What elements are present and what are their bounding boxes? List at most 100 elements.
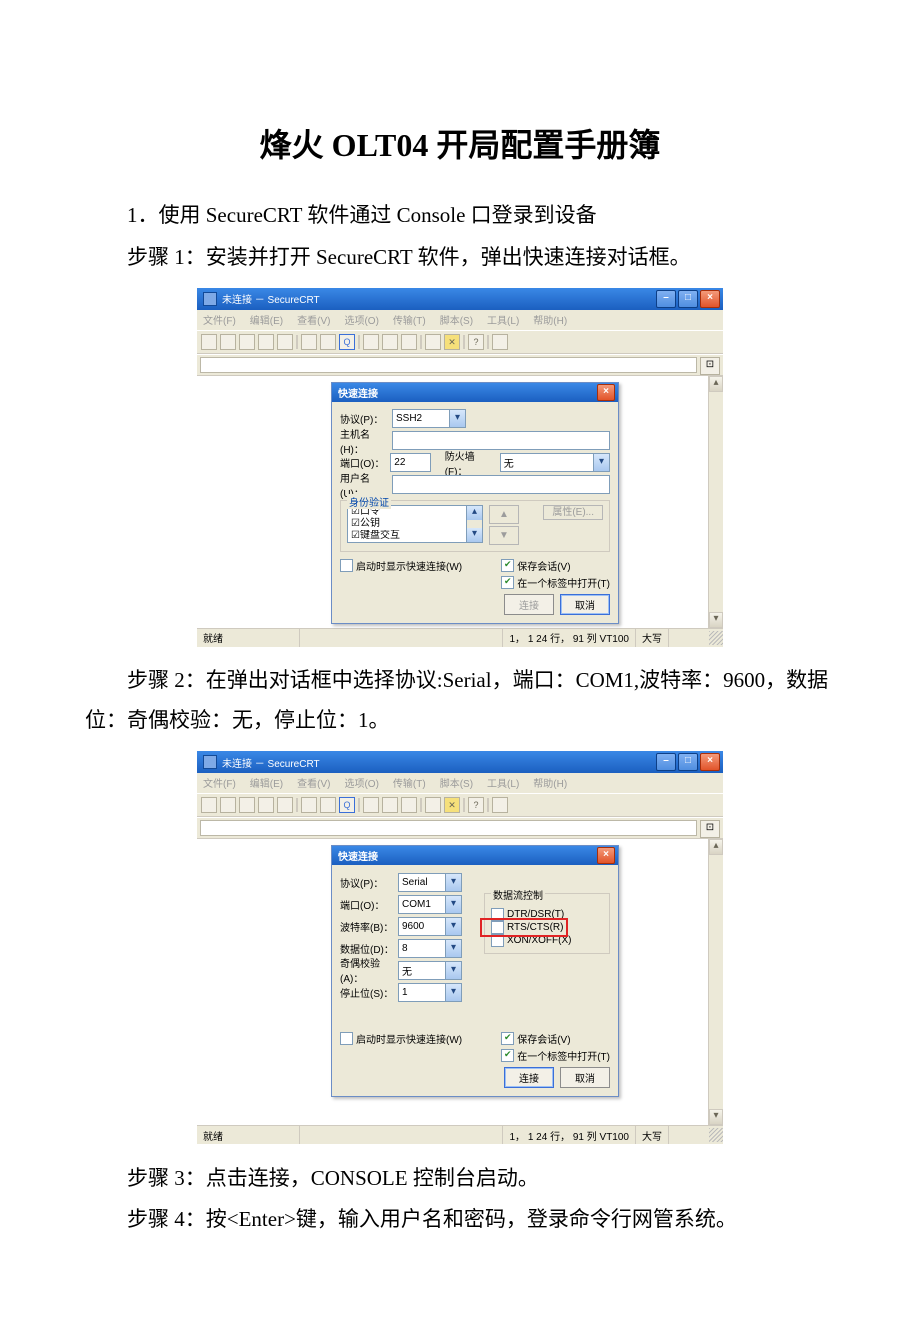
- scroll-up-icon[interactable]: ▴: [709, 376, 723, 392]
- tb-find-icon[interactable]: Q: [339, 334, 355, 350]
- stopbits-select[interactable]: 1▾: [398, 983, 462, 1002]
- firewall-select[interactable]: 无▾: [500, 453, 610, 472]
- minimize-button[interactable]: –: [656, 290, 676, 308]
- scroll-up-icon[interactable]: ▴: [709, 839, 723, 855]
- tb-icon[interactable]: [239, 797, 255, 813]
- dialog-title: 快速连接: [338, 848, 597, 863]
- resize-grip-icon[interactable]: [709, 1128, 723, 1142]
- menu-view[interactable]: 查看(V): [297, 775, 330, 793]
- close-button[interactable]: ×: [700, 290, 720, 308]
- screenshot-2: 未连接 － SecureCRT – □ × 文件(F) 编辑(E) 查看(V) …: [197, 751, 723, 1144]
- scroll-down-icon[interactable]: ▾: [709, 1109, 723, 1125]
- session-go-icon[interactable]: ⊡: [700, 820, 720, 838]
- tb-icon[interactable]: [320, 797, 336, 813]
- menu-script[interactable]: 脚本(S): [440, 775, 473, 793]
- menu-options[interactable]: 选项(O): [344, 312, 378, 330]
- menu-options[interactable]: 选项(O): [344, 775, 378, 793]
- tb-icon[interactable]: ✕: [444, 334, 460, 350]
- cancel-button[interactable]: 取消: [560, 1067, 610, 1088]
- tb-icon[interactable]: [382, 334, 398, 350]
- tb-icon[interactable]: [425, 334, 441, 350]
- tb-icon[interactable]: [301, 334, 317, 350]
- connect-button[interactable]: 连接: [504, 1067, 554, 1088]
- scroll-down-icon[interactable]: ▾: [709, 612, 723, 628]
- cancel-button[interactable]: 取消: [560, 594, 610, 615]
- tb-icon[interactable]: [492, 797, 508, 813]
- save-session-checkbox[interactable]: 保存会话(V): [501, 558, 610, 573]
- tb-icon[interactable]: [382, 797, 398, 813]
- terminal-scrollbar[interactable]: ▴ ▾: [708, 376, 723, 628]
- session-go-icon[interactable]: ⊡: [700, 357, 720, 375]
- tb-icon[interactable]: [277, 797, 293, 813]
- session-bar: ⊡: [197, 817, 723, 839]
- tb-icon[interactable]: [363, 797, 379, 813]
- port-label: 端口(O)：: [340, 897, 398, 912]
- show-quick-checkbox[interactable]: 启动时显示快速连接(W): [340, 558, 462, 573]
- tb-icon[interactable]: [258, 334, 274, 350]
- quick-connect-dialog: 快速连接 × 协议(P)： SSH2▾: [331, 382, 619, 624]
- rts-cts-checkbox[interactable]: RTS/CTS(R): [491, 921, 603, 934]
- menu-edit[interactable]: 编辑(E): [250, 775, 283, 793]
- menu-help[interactable]: 帮助(H): [533, 775, 567, 793]
- dialog-close-button[interactable]: ×: [597, 384, 615, 401]
- auth-list[interactable]: ☑口令 ☑公钥 ☑键盘交互: [347, 505, 467, 543]
- tb-find-icon[interactable]: Q: [339, 797, 355, 813]
- auth-scroll[interactable]: ▴▾: [467, 505, 483, 543]
- close-button[interactable]: ×: [700, 753, 720, 771]
- menu-script[interactable]: 脚本(S): [440, 312, 473, 330]
- dialog-close-button[interactable]: ×: [597, 847, 615, 864]
- session-field[interactable]: [200, 820, 697, 836]
- status-caps: 大写: [635, 1126, 668, 1144]
- tb-icon[interactable]: [425, 797, 441, 813]
- tb-icon[interactable]: [220, 334, 236, 350]
- user-input[interactable]: [392, 475, 610, 494]
- databits-select[interactable]: 8▾: [398, 939, 462, 958]
- tb-icon[interactable]: [258, 797, 274, 813]
- dtr-dsr-checkbox[interactable]: DTR/DSR(T): [491, 908, 603, 921]
- tb-help-icon[interactable]: ?: [468, 797, 484, 813]
- tb-icon[interactable]: [320, 334, 336, 350]
- tb-icon[interactable]: [239, 334, 255, 350]
- save-session-checkbox[interactable]: 保存会话(V): [501, 1031, 610, 1046]
- open-tab-checkbox[interactable]: 在一个标签中打开(T): [501, 575, 610, 590]
- port-select[interactable]: COM1▾: [398, 895, 462, 914]
- baud-select[interactable]: 9600▾: [398, 917, 462, 936]
- menu-file[interactable]: 文件(F): [203, 312, 236, 330]
- terminal-scrollbar[interactable]: ▴ ▾: [708, 839, 723, 1125]
- xon-xoff-checkbox[interactable]: XON/XOFF(X): [491, 934, 603, 947]
- menu-tools[interactable]: 工具(L): [487, 312, 519, 330]
- protocol-select[interactable]: SSH2▾: [392, 409, 466, 428]
- host-input[interactable]: [392, 431, 610, 450]
- tb-icon[interactable]: [277, 334, 293, 350]
- tb-icon[interactable]: [363, 334, 379, 350]
- tb-icon[interactable]: [201, 797, 217, 813]
- tb-icon[interactable]: [492, 334, 508, 350]
- menu-file[interactable]: 文件(F): [203, 775, 236, 793]
- menu-transfer[interactable]: 传输(T): [393, 775, 426, 793]
- tb-icon[interactable]: [401, 334, 417, 350]
- menu-tools[interactable]: 工具(L): [487, 775, 519, 793]
- menu-help[interactable]: 帮助(H): [533, 312, 567, 330]
- tb-icon[interactable]: [301, 797, 317, 813]
- menu-transfer[interactable]: 传输(T): [393, 312, 426, 330]
- tb-icon[interactable]: [220, 797, 236, 813]
- menu-view[interactable]: 查看(V): [297, 312, 330, 330]
- tb-icon[interactable]: [401, 797, 417, 813]
- menu-bar: 文件(F) 编辑(E) 查看(V) 选项(O) 传输(T) 脚本(S) 工具(L…: [197, 310, 723, 330]
- menu-edit[interactable]: 编辑(E): [250, 312, 283, 330]
- open-tab-checkbox[interactable]: 在一个标签中打开(T): [501, 1048, 610, 1063]
- session-bar: ⊡: [197, 354, 723, 376]
- show-quick-checkbox[interactable]: 启动时显示快速连接(W): [340, 1031, 462, 1046]
- maximize-button[interactable]: □: [678, 753, 698, 771]
- tb-icon[interactable]: ✕: [444, 797, 460, 813]
- minimize-button[interactable]: –: [656, 753, 676, 771]
- resize-grip-icon[interactable]: [709, 631, 723, 645]
- protocol-select[interactable]: Serial▾: [398, 873, 462, 892]
- maximize-button[interactable]: □: [678, 290, 698, 308]
- port-input[interactable]: 22: [390, 453, 431, 472]
- tb-help-icon[interactable]: ?: [468, 334, 484, 350]
- tb-icon[interactable]: [201, 334, 217, 350]
- session-field[interactable]: [200, 357, 697, 373]
- parity-select[interactable]: 无▾: [398, 961, 462, 980]
- firewall-label: 防火墙(F)：: [445, 448, 496, 478]
